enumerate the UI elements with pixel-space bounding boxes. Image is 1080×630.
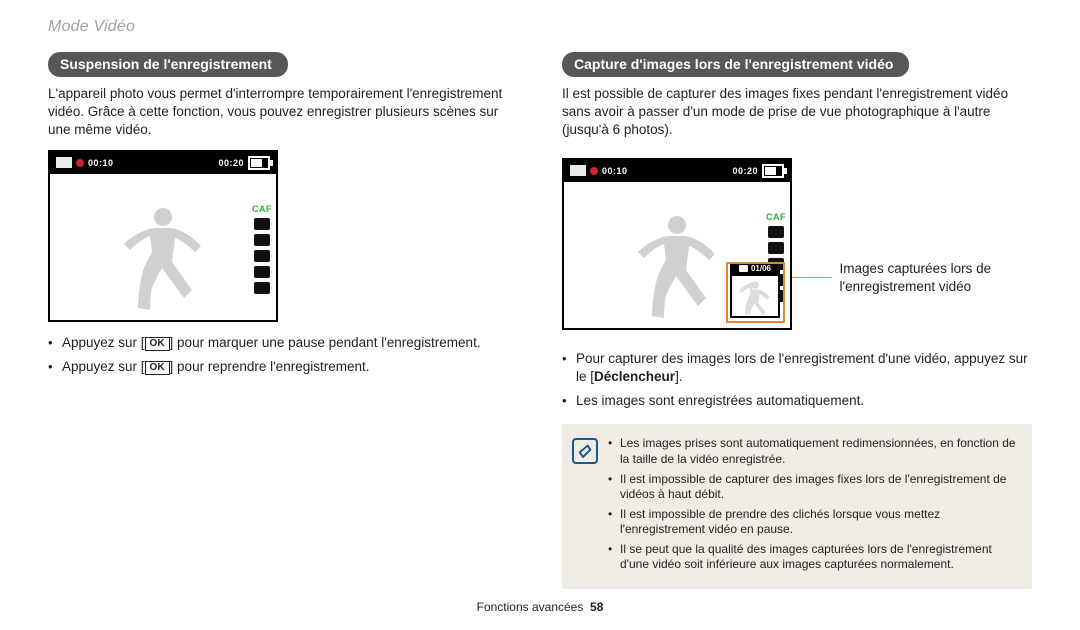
- note-item: Les images prises sont automatiquement r…: [608, 436, 1018, 467]
- hd-badge-icon: [254, 218, 270, 230]
- camera-preview-right: 00:10 00:20 CAF: [562, 158, 792, 330]
- section-title: Mode Vidéo: [48, 18, 1032, 36]
- stabilizer-icon: [254, 234, 270, 246]
- mic-icon: [254, 250, 270, 262]
- left-bullet-2: Appuyez sur [OK] pour reprendre l'enregi…: [48, 358, 518, 376]
- hd-badge-icon: [768, 226, 784, 238]
- stabilizer-icon: [768, 242, 784, 254]
- right-column: Capture d'images lors de l'enregistremen…: [562, 52, 1032, 589]
- camera-tiny-icon: [739, 265, 748, 272]
- left-bullet-1: Appuyez sur [OK] pour marquer une pause …: [48, 334, 518, 352]
- right-bullet-2: Les images sont enregistrées automatique…: [562, 392, 1032, 410]
- elapsed-time: 00:10: [602, 166, 628, 176]
- remaining-time: 00:20: [218, 158, 244, 168]
- left-intro: L'appareil photo vous permet d'interromp…: [48, 85, 518, 140]
- capture-thumbnail: 01/06: [730, 263, 780, 318]
- capture-thumbnail-image: [730, 274, 780, 318]
- caf-indicator: CAF: [766, 212, 786, 222]
- right-heading: Capture d'images lors de l'enregistremen…: [562, 52, 909, 77]
- record-icon: [590, 167, 598, 175]
- right-bullets: Pour capturer des images lors de l'enreg…: [562, 350, 1032, 411]
- note-box: Les images prises sont automatiquement r…: [562, 424, 1032, 589]
- page: Mode Vidéo Suspension de l'enregistremen…: [0, 0, 1080, 630]
- capture-counter: 01/06: [730, 263, 780, 274]
- photo-icon: [56, 157, 72, 168]
- camera-main: CAF: [50, 174, 276, 320]
- right-intro: Il est possible de capturer des images f…: [562, 85, 1032, 140]
- record-icon: [76, 159, 84, 167]
- camera-preview-left: 00:10 00:20 CAF: [48, 150, 278, 322]
- callout-line: [792, 277, 832, 278]
- note-item: Il est impossible de prendre des clichés…: [608, 507, 1018, 538]
- battery-icon: [762, 164, 784, 178]
- camera-topbar: 00:10 00:20: [564, 160, 790, 182]
- elapsed-time: 00:10: [88, 158, 114, 168]
- zoom-icon: [254, 266, 270, 278]
- left-heading: Suspension de l'enregistrement: [48, 52, 288, 77]
- note-icon: [572, 438, 598, 464]
- right-bullet-1: Pour capturer des images lors de l'enreg…: [562, 350, 1032, 386]
- footer-label: Fonctions avancées: [477, 600, 584, 614]
- page-number: 58: [590, 600, 603, 614]
- note-item: Il se peut que la qualité des images cap…: [608, 542, 1018, 573]
- camera-preview-wrap: 00:10 00:20 CAF: [562, 148, 1032, 342]
- note-item: Il est impossible de capturer des images…: [608, 472, 1018, 503]
- photo-icon: [570, 165, 586, 176]
- columns: Suspension de l'enregistrement L'apparei…: [48, 52, 1032, 589]
- camera-icon: [254, 282, 270, 294]
- battery-icon: [248, 156, 270, 170]
- dancer-silhouette-icon: [103, 200, 223, 320]
- camera-indicator-stack: CAF: [252, 204, 272, 294]
- camera-topbar: 00:10 00:20: [50, 152, 276, 174]
- ok-icon: OK: [145, 337, 170, 351]
- left-bullets: Appuyez sur [OK] pour marquer une pause …: [48, 334, 518, 376]
- footer: Fonctions avancées 58: [0, 600, 1080, 614]
- remaining-time: 00:20: [732, 166, 758, 176]
- ok-icon: OK: [145, 361, 170, 375]
- callout: Images capturées lors de l'enregistremen…: [792, 260, 1042, 296]
- left-column: Suspension de l'enregistrement L'apparei…: [48, 52, 518, 589]
- note-list: Les images prises sont automatiquement r…: [608, 436, 1018, 577]
- caf-indicator: CAF: [252, 204, 272, 214]
- camera-main: CAF: [564, 182, 790, 328]
- dancer-silhouette-icon: [617, 208, 737, 328]
- callout-label: Images capturées lors de l'enregistremen…: [840, 260, 1042, 296]
